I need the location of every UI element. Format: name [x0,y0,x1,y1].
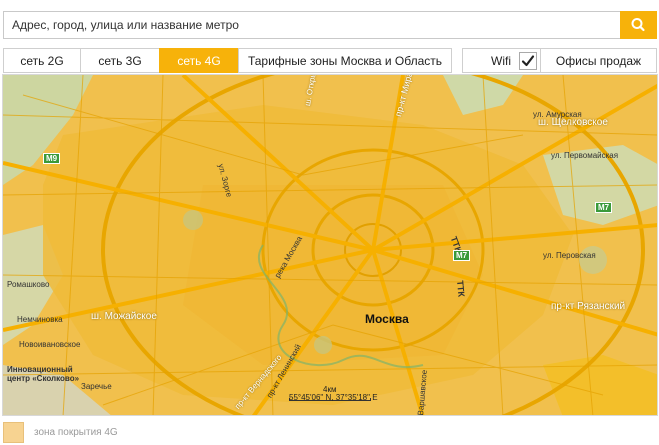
coverage-map[interactable]: ш. Щелковское ул. Амурская ул. Первомайс… [2,74,658,416]
tab-sales-offices[interactable]: Офисы продаж [540,48,657,73]
wifi-toggle[interactable]: Wifi [462,48,541,73]
highway-badge: М9 [43,153,61,164]
wifi-checkbox[interactable] [519,52,537,70]
map-label: Заречье [81,382,112,391]
legend-label: зона покрытия 4G [34,427,118,438]
map-label: Ромашково [7,280,50,289]
map-label: Немчиновка [17,315,63,324]
tab-tariff-zones[interactable]: Тарифные зоны Москва и Область [238,48,452,73]
wifi-label: Wifi [491,53,511,68]
search-icon [631,18,645,32]
tab-4g[interactable]: сеть 4G [159,48,239,73]
map-label: Новоивановское [19,340,81,349]
search-button[interactable] [620,11,657,39]
network-tabs: сеть 2G сеть 3G сеть 4G Тарифные зоны Мо… [0,48,659,73]
map-label: ул. Перовская [543,251,596,260]
map-coordinates: 55°45'06" N, 37°35'18" E [289,393,378,402]
tab-2g[interactable]: сеть 2G [3,48,81,73]
map-label: центр «Сколково» [7,374,80,383]
map-label: ТТК [455,280,467,298]
search-input[interactable] [3,11,620,39]
city-label: Москва [365,312,409,326]
map-label: ул. Первомайская [551,151,619,160]
map-label: Инновационный [7,365,73,374]
map-label: ул. Амурская [533,110,582,119]
checkmark-icon [521,55,535,67]
map-label: ш. Можайское [91,311,157,322]
legend-swatch [3,422,24,443]
highway-badge: М7 [595,202,613,213]
tab-3g[interactable]: сеть 3G [80,48,160,73]
map-legend: зона покрытия 4G [0,420,659,445]
highway-badge: М7 [453,250,471,261]
map-label: пр-кт Рязанский [551,301,626,312]
search-bar [3,11,657,39]
